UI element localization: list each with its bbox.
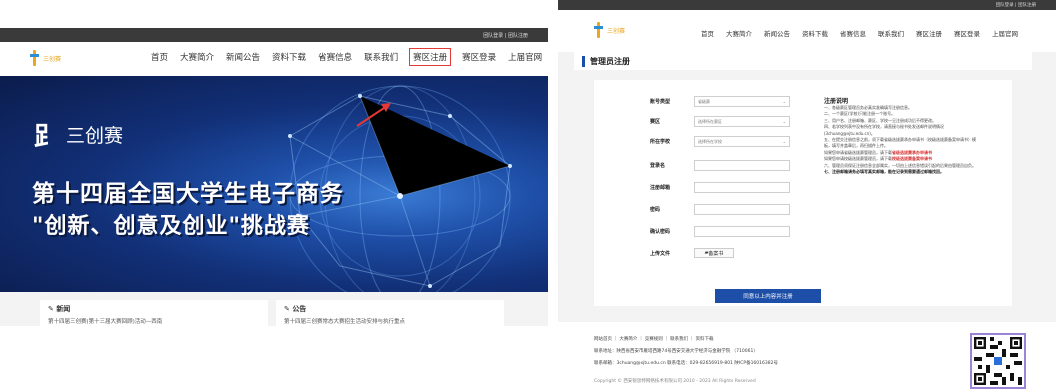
password-label: 密码 [650,207,661,213]
logo-text: 三创赛 [43,55,62,63]
school-label: 所在学校 [650,139,671,145]
hero-logo-icon: ⻊ [34,122,61,152]
nav-item-contact[interactable]: 联系我们 [878,28,904,38]
nav-item-region-register[interactable]: 赛区注册 [409,48,452,66]
nav-menu: 首页 大赛简介 新闻公告 资料下载 省赛信息 联系我们 赛区注册 赛区登录 上届… [701,28,1030,38]
news-heading: ✎ 新闻 [48,305,71,313]
team-login-register-links[interactable]: 团队登录 | 团队注册 [996,2,1036,8]
qr-code [970,333,1026,389]
login-name-row: 登录名 [650,160,790,171]
upload-button[interactable]: ▰ 备案书 [694,248,734,258]
school-application-link[interactable]: 校级选拔赛备案申请书 [892,156,932,161]
notes-heading: 注册说明 [824,98,849,105]
register-page-screenshot: 团队登录 | 团队注册 三创赛 首页 大赛简介 新闻公告 资料下载 省赛信息 联… [558,0,1056,390]
school-select[interactable]: 选择所在学校 ⌄ [694,136,790,147]
title-accent [582,55,585,67]
main-nav: 三创赛 首页 大赛简介 新闻公告 资料下载 省赛信息 联系我们 赛区注册 赛区登… [0,42,548,76]
password-input[interactable] [694,204,790,215]
site-logo[interactable]: 三创赛 [30,50,61,66]
nav-item-home[interactable]: 首页 [701,28,714,38]
account-type-row: 账号类型 省级赛 ⌄ [650,96,790,107]
logo-icon [594,22,604,38]
nav-item-news[interactable]: 新闻公告 [226,51,260,65]
upload-row: 上传文件 ▰ 备案书 [650,248,734,258]
confirm-password-label: 确认密码 [650,229,671,235]
nav-item-region-register[interactable]: 赛区注册 [916,28,942,38]
footer-address: 联系地址：陕西省西安市雁塔西路74号西安交通大学经济与金融学院 （710061） [594,349,758,354]
hero-banner: ⻊ 三创赛 第十四届全国大学生电子商务 "创新、创意及创业"挑战赛 [0,76,548,292]
nav-item-previous[interactable]: 上届官网 [508,51,542,65]
nav-menu: 首页 大赛简介 新闻公告 资料下载 省赛信息 联系我们 赛区注册 赛区登录 上届… [151,48,548,66]
agree-register-button[interactable]: 同意以上内容并注册 [715,289,821,303]
pointer-arrow-icon [356,103,391,127]
password-row: 密码 [650,204,790,215]
notice-card[interactable]: ✎ 公告 第十四届三创赛常态大赛招生活动安排与执行重点 [276,300,504,326]
top-bar: 团队登录 | 团队注册 [558,0,1056,10]
nav-item-intro[interactable]: 大赛简介 [180,51,214,65]
province-application-link[interactable]: 省级选拔赛承办申请书 [892,150,932,155]
news-card[interactable]: ✎ 新闻 第十四届三创赛(第十三届大赛回顾)活动—西南 [40,300,268,326]
nav-item-province[interactable]: 省赛信息 [840,28,866,38]
email-label: 注册邮箱 [650,185,671,191]
email-row: 注册邮箱 [650,182,790,193]
footer-copyright: Copyright © 西安锐思特网络技术有限公司 2010 - 2023 Al… [594,379,756,384]
site-logo[interactable]: 三创赛 [594,22,625,38]
nav-item-downloads[interactable]: 资料下载 [272,51,306,65]
hero-title-line2: "创新、创意及创业"挑战赛 [32,214,310,239]
nav-item-home[interactable]: 首页 [151,51,168,65]
nav-item-news[interactable]: 新闻公告 [764,28,790,38]
team-login-register-links[interactable]: 团队登录 | 团队注册 [483,32,528,39]
account-type-label: 账号类型 [650,99,671,105]
registration-notes: 注册说明 一、各级赛区管理员务必真实准确填写注册信息。 二、一个赛区(学校)只能… [824,96,1004,175]
chevron-down-icon: ⌄ [782,99,786,104]
nav-item-previous[interactable]: 上届官网 [992,28,1018,38]
news-item[interactable]: 第十四届三创赛(第十三届大赛回顾)活动—西南 [48,317,260,325]
page-title-bar: 管理员注册 [574,52,1032,70]
confirm-password-input[interactable] [694,226,790,237]
nav-item-downloads[interactable]: 资料下载 [802,28,828,38]
chevron-down-icon: ⌄ [782,119,786,124]
notice-heading: ✎ 公告 [284,305,307,313]
account-type-select[interactable]: 省级赛 ⌄ [694,96,790,107]
region-select[interactable]: 选择所在赛区 ⌄ [694,116,790,127]
upload-label: 上传文件 [650,250,671,257]
logo-icon [30,50,40,66]
nav-item-region-login[interactable]: 赛区登录 [954,28,980,38]
nav-item-contact[interactable]: 联系我们 [364,51,398,65]
footer-links[interactable]: 网站首页 ｜ 大赛简介 ｜ 竞赛规则 ｜ 联系我们 ｜ 资料下载 [594,336,713,342]
notice-item[interactable]: 第十四届三创赛常态大赛招生活动安排与执行重点 [284,317,496,325]
logo-text: 三创赛 [607,27,626,35]
hero-title-line1: 第十四届全国大学生电子商务 [32,181,344,207]
top-bar: 团队登录 | 团队注册 [0,28,548,42]
homepage-screenshot: 团队登录 | 团队注册 三创赛 首页 大赛简介 新闻公告 资料下载 省赛信息 联… [0,28,548,326]
hero-brand: ⻊ 三创赛 [34,116,123,153]
confirm-password-row: 确认密码 [650,226,790,237]
qr-code-icon [974,337,1022,385]
note-line: 七、注册邮箱请务必填写真实邮箱，能在记录到需要通过邮箱找回。 [824,169,944,175]
hero-brand-text: 三创赛 [66,125,124,147]
register-form-panel: 账号类型 省级赛 ⌄ 赛区 选择所在赛区 ⌄ 所在学校 选择所在学校 ⌄ 登录名 注册… [594,80,1012,306]
region-row: 赛区 选择所在赛区 ⌄ [650,116,790,127]
login-name-label: 登录名 [650,163,666,169]
login-name-input[interactable] [694,160,790,171]
footer-contact: 联系邮箱：3chuang@xjtu.edu.cn 联系电话：029-826569… [594,361,778,366]
nav-item-intro[interactable]: 大赛简介 [726,28,752,38]
chevron-down-icon: ⌄ [782,139,786,144]
page-title: 管理员注册 [590,56,630,66]
school-row: 所在学校 选择所在学校 ⌄ [650,136,790,147]
nav-item-region-login[interactable]: 赛区登录 [462,51,496,65]
nav-item-province[interactable]: 省赛信息 [318,51,352,65]
region-label: 赛区 [650,119,661,125]
email-input[interactable] [694,182,790,193]
main-nav: 三创赛 首页 大赛简介 新闻公告 资料下载 省赛信息 联系我们 赛区注册 赛区登… [558,10,1056,52]
